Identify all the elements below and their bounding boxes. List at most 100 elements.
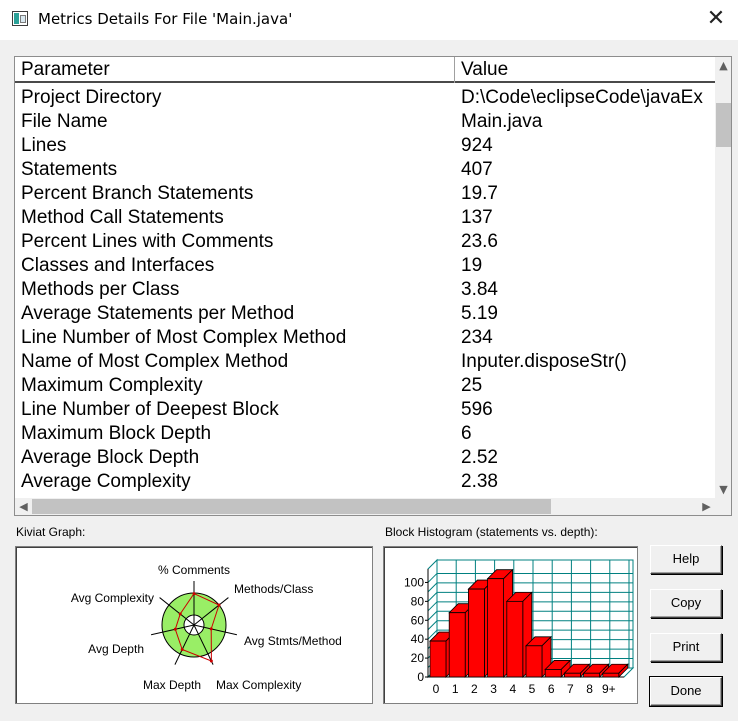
kiviat-graph: % Comments Methods/Class Avg Stmts/Method M… [71,563,342,692]
kiviat-axis-label: Methods/Class [234,582,313,596]
value-cell: 137 [461,207,493,228]
table-row[interactable]: Percent Lines with Comments 23.6 [15,229,715,253]
metrics-table[interactable]: Parameter Value Project Directory D:\Code… [14,56,732,516]
value-cell: Inputer.disposeStr() [461,351,627,372]
table-row[interactable]: Name of Most Complex Method Inputer.dispo… [15,349,715,373]
column-header-value[interactable]: Value [455,57,715,83]
parameter-cell: Project Directory [21,87,162,108]
kiviat-axis-label: Avg Complexity [71,591,154,605]
histogram-panel: 0 20 40 60 80 100 0 1 2 3 4 5 6 7 8 9+ [383,546,638,704]
table-row[interactable]: Average Block Depth 2.52 [15,445,715,469]
hist-x-tick-label: 3 [490,682,497,696]
parameter-cell: Percent Branch Statements [21,183,254,204]
table-row[interactable]: Methods per Class 3.84 [15,277,715,301]
value-cell: 3.84 [461,279,498,300]
parameter-cell: Average Complexity [21,471,191,492]
table-row[interactable]: Lines 924 [15,133,715,157]
horizontal-scroll-thumb[interactable] [32,499,551,514]
table-row[interactable]: Maximum Complexity 25 [15,373,715,397]
value-cell: D:\Code\eclipseCode\javaEx [461,87,703,108]
title-bar: Metrics Details For File 'Main.java' ✕ [0,0,738,40]
histogram-label: Block Histogram (statements vs. depth): [385,525,598,539]
table-row[interactable]: Line Number of Deepest Block 596 [15,397,715,421]
value-cell: 2.52 [461,447,498,468]
parameter-cell: Lines [21,135,67,156]
parameter-cell: Methods per Class [21,279,180,300]
parameter-cell: Average Statements per Method [21,303,295,324]
parameter-cell: Name of Most Complex Method [21,351,289,372]
kiviat-point [217,603,221,607]
kiviat-axis-label: Avg Stmts/Method [244,634,342,648]
close-button[interactable]: ✕ [700,5,732,35]
value-cell: 234 [461,327,493,348]
window-title: Metrics Details For File 'Main.java' [38,10,293,28]
print-button[interactable]: Print [650,633,722,662]
value-cell: 25 [461,375,483,396]
value-cell: 19.7 [461,183,498,204]
hist-x-tick-label: 7 [567,682,574,696]
value-cell: Main.java [461,111,543,132]
parameter-cell: Statements [21,159,118,180]
vertical-scroll-thumb[interactable] [716,103,731,147]
parameter-cell: Line Number of Most Complex Method [21,327,347,348]
table-row[interactable]: Line Number of Most Complex Method 234 [15,325,715,349]
hist-x-tick-label: 6 [548,682,555,696]
scroll-down-icon[interactable]: ▼ [715,481,731,498]
value-cell: 924 [461,135,493,156]
done-button[interactable]: Done [649,676,723,707]
parameter-cell: Percent Lines with Comments [21,231,274,252]
table-row[interactable]: Average Statements per Method 5.19 [15,301,715,325]
hist-x-tick-label: 1 [452,682,459,696]
scroll-corner [715,498,731,515]
parameter-cell: Line Number of Deepest Block [21,399,279,420]
value-cell: 596 [461,399,493,420]
horizontal-scrollbar[interactable]: ◀ ▶ [15,498,715,515]
parameter-cell: Method Call Statements [21,207,224,228]
kiviat-point [209,659,213,663]
hist-y-tick-label: 60 [411,613,425,627]
value-cell: 2.38 [461,471,498,492]
hist-y-tick-label: 80 [411,594,425,608]
table-row[interactable]: File Name Main.java [15,109,715,133]
value-cell: 5.19 [461,303,498,324]
hist-y-tick-label: 40 [411,632,425,646]
table-body: Project Directory D:\Code\eclipseCode\jav… [15,85,715,493]
table-row[interactable]: Project Directory D:\Code\eclipseCode\jav… [15,85,715,109]
parameter-cell: Average Block Depth [21,447,200,468]
table-row[interactable]: Maximum Block Depth 6 [15,421,715,445]
kiviat-point [178,612,182,616]
hist-x-tick-label: 2 [471,682,478,696]
kiviat-point [192,592,196,596]
table-row[interactable]: Average Complexity 2.38 [15,469,715,493]
value-cell: 19 [461,255,483,276]
copy-button[interactable]: Copy [650,589,722,618]
vertical-scrollbar[interactable]: ▲ ▼ [715,57,731,498]
table-row[interactable]: Statements 407 [15,157,715,181]
kiviat-label: Kiviat Graph: [16,525,86,539]
hist-x-tick-label: 0 [433,682,440,696]
parameter-cell: Maximum Block Depth [21,423,212,444]
hist-y-tick-label: 20 [411,651,425,665]
help-button[interactable]: Help [650,545,722,574]
kiviat-panel: % Comments Methods/Class Avg Stmts/Method M… [15,546,373,704]
value-cell: 6 [461,423,472,444]
table-row[interactable]: Classes and Interfaces 19 [15,253,715,277]
table-header: Parameter Value [15,57,715,83]
scroll-right-icon[interactable]: ▶ [698,498,715,515]
hist-y-tick-label: 100 [404,575,424,589]
value-cell: 407 [461,159,493,180]
block-histogram: 0204060801000 1 2 3 4 5 6 7 8 9+ [404,558,635,696]
table-row[interactable]: Percent Branch Statements 19.7 [15,181,715,205]
parameter-cell: File Name [21,111,108,132]
column-header-parameter[interactable]: Parameter [15,57,455,83]
hist-x-tick-label: 9+ [602,682,616,696]
parameter-cell: Maximum Complexity [21,375,203,396]
kiviat-point [209,627,213,631]
kiviat-axis-label: Max Complexity [216,678,301,692]
app-icon [12,11,28,26]
scroll-left-icon[interactable]: ◀ [15,498,32,515]
table-row[interactable]: Method Call Statements 137 [15,205,715,229]
kiviat-axis-label: % Comments [158,563,230,577]
parameter-cell: Classes and Interfaces [21,255,215,276]
scroll-up-icon[interactable]: ▲ [715,57,731,74]
